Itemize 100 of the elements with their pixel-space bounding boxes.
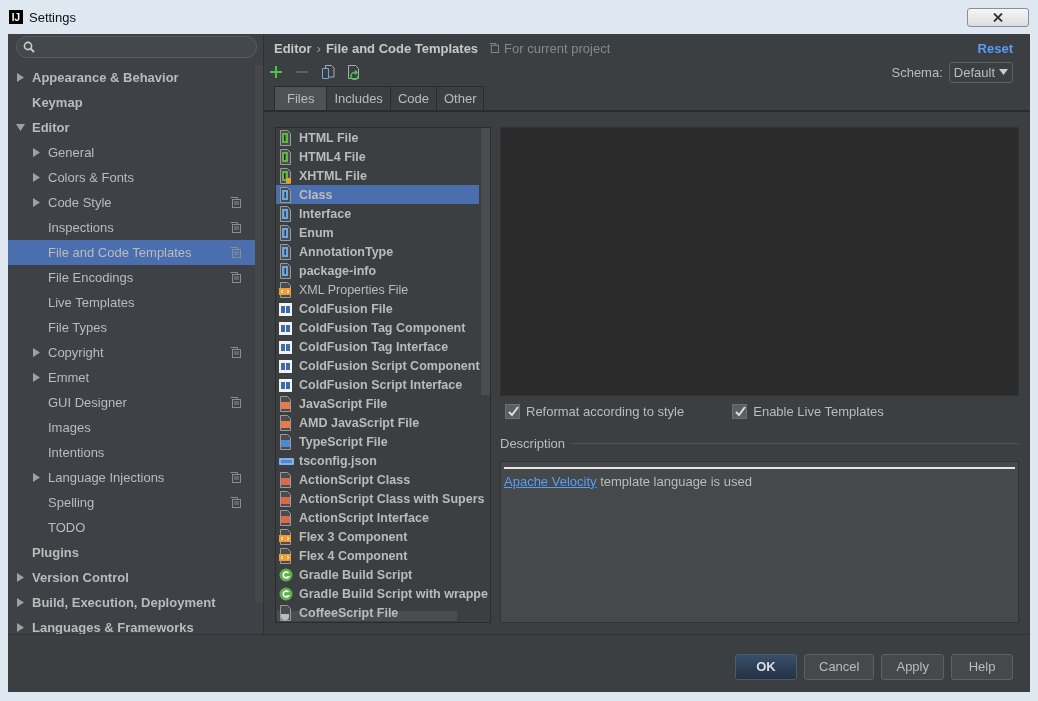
tree-item[interactable]: Emmet	[8, 365, 255, 391]
expand-triangle-icon[interactable]	[32, 473, 41, 483]
expand-triangle-icon[interactable]	[16, 73, 25, 83]
scrollbar[interactable]	[255, 65, 263, 603]
tree-item[interactable]: Languages & Frameworks	[8, 615, 255, 635]
expand-triangle-icon[interactable]	[16, 598, 25, 608]
template-item[interactable]: Flex 4 Component	[276, 546, 479, 566]
js-file-icon	[279, 414, 294, 431]
collapse-triangle-icon[interactable]	[16, 123, 25, 133]
cup-file-icon	[279, 604, 294, 621]
tree-item[interactable]: Images	[8, 415, 255, 441]
template-item[interactable]: AMD JavaScript File	[276, 413, 479, 433]
expand-triangle-icon[interactable]	[32, 198, 41, 208]
cf-file-icon	[279, 338, 294, 355]
breadcrumb-item: File and Code Templates	[325, 40, 479, 56]
template-item[interactable]: ColdFusion Script Component	[276, 356, 480, 376]
java-file-icon	[279, 186, 294, 203]
tree-item[interactable]: TODO	[8, 515, 255, 541]
close-icon	[993, 12, 1003, 22]
caret-icon	[999, 69, 1008, 76]
tree-item[interactable]: Inspections	[8, 215, 255, 241]
expand-triangle-icon[interactable]	[32, 173, 41, 183]
template-item[interactable]: HTML4 File	[276, 147, 479, 167]
template-item[interactable]: Gradle Build Script	[276, 565, 479, 585]
template-item[interactable]: ColdFusion File	[276, 299, 479, 319]
expand-triangle-icon[interactable]	[16, 573, 25, 583]
tab[interactable]: Other	[435, 86, 485, 111]
template-item[interactable]: TypeScript File	[276, 432, 479, 452]
java-file-icon	[279, 262, 294, 279]
tree-item[interactable]: Keymap	[8, 90, 255, 116]
stacked-pages-icon	[489, 43, 500, 54]
breadcrumb-item: Editor	[274, 40, 312, 56]
tree-item[interactable]: GUI Designer	[8, 390, 255, 416]
xml-file-icon	[279, 547, 294, 564]
search-icon	[23, 41, 35, 54]
tree-item[interactable]: Editor	[8, 115, 255, 141]
template-item[interactable]: AnnotationType	[276, 242, 479, 262]
schema-label: Schema:	[891, 64, 943, 80]
tree-item[interactable]: File Types	[8, 315, 255, 341]
tree-item[interactable]: Plugins	[8, 540, 255, 566]
expand-triangle-icon[interactable]	[32, 348, 41, 358]
template-item[interactable]: package-info	[276, 261, 479, 281]
cf-file-icon	[279, 319, 294, 336]
template-item[interactable]: ColdFusion Tag Component	[276, 318, 479, 338]
java-file-icon	[279, 224, 294, 241]
template-item[interactable]: Flex 3 Component	[276, 527, 479, 547]
tree-item[interactable]: Live Templates	[8, 290, 255, 316]
window-title: Settings	[29, 9, 77, 25]
java-file-icon	[279, 205, 294, 222]
template-item[interactable]: ColdFusion Script Interface	[276, 375, 479, 395]
template-item[interactable]: ActionScript Class with Supers	[276, 489, 485, 509]
checkbox[interactable]: Reformat according to style	[505, 404, 685, 420]
tree-item[interactable]: Build, Execution, Deployment	[8, 590, 255, 616]
template-item[interactable]: Gradle Build Script with wrappe	[276, 584, 488, 604]
xml-file-icon	[279, 528, 294, 545]
expand-triangle-icon[interactable]	[16, 623, 25, 633]
html-file-icon	[279, 167, 294, 184]
tree-item[interactable]: Appearance & Behavior	[8, 65, 255, 91]
checkbox-box[interactable]	[505, 404, 520, 420]
template-item[interactable]: JavaScript File	[276, 394, 479, 414]
scrollbar[interactable]	[481, 128, 490, 396]
dialog-button[interactable]: Cancel	[804, 653, 875, 680]
template-item[interactable]: HTML File	[276, 128, 479, 148]
as-file-icon	[279, 509, 294, 526]
tree-item[interactable]: General	[8, 140, 255, 166]
expand-triangle-icon[interactable]	[32, 148, 41, 158]
template-item[interactable]: Enum	[276, 223, 479, 243]
copy-icon[interactable]	[321, 64, 335, 80]
tree-item[interactable]: Intentions	[8, 440, 255, 466]
dialog-button[interactable]: Help	[951, 653, 1013, 680]
schema-dropdown[interactable]: Default	[948, 61, 1013, 83]
link[interactable]: Apache Velocity	[504, 473, 597, 489]
tree-item[interactable]: Spelling	[8, 490, 255, 516]
template-item[interactable]: Interface	[276, 204, 479, 224]
tree-item[interactable]: Version Control	[8, 565, 255, 591]
dialog-button[interactable]: Apply	[881, 653, 944, 680]
document-arrow-icon[interactable]	[347, 64, 361, 80]
tab[interactable]: Files	[274, 86, 328, 111]
template-item[interactable]: tsconfig.json	[276, 451, 479, 471]
template-item[interactable]: ColdFusion Tag Interface	[276, 337, 479, 357]
plus-icon[interactable]	[269, 64, 283, 80]
default-button[interactable]: OK	[735, 653, 797, 680]
search-field[interactable]	[16, 36, 257, 59]
tree-item[interactable]: Language Injections	[8, 465, 255, 491]
template-item[interactable]: ActionScript Class	[276, 470, 479, 490]
template-item[interactable]: XHTML File	[276, 166, 479, 186]
tree-item[interactable]: Copyright	[8, 340, 255, 366]
close-button[interactable]	[967, 7, 1029, 27]
template-item[interactable]: CoffeeScript File	[276, 603, 479, 623]
expand-triangle-icon[interactable]	[32, 373, 41, 383]
tree-item[interactable]: File Encodings	[8, 265, 255, 291]
checkbox-box[interactable]	[732, 404, 748, 420]
tree-item[interactable]: Code Style	[8, 190, 255, 216]
xml-file-icon	[279, 281, 294, 298]
reset-link[interactable]: Reset	[977, 40, 1013, 56]
template-item[interactable]: ActionScript Interface	[276, 508, 479, 528]
as-file-icon	[279, 490, 294, 507]
template-item[interactable]: XML Properties File	[276, 280, 479, 300]
tree-item[interactable]: Colors & Fonts	[8, 165, 255, 191]
checkbox[interactable]: Enable Live Templates	[732, 404, 884, 420]
